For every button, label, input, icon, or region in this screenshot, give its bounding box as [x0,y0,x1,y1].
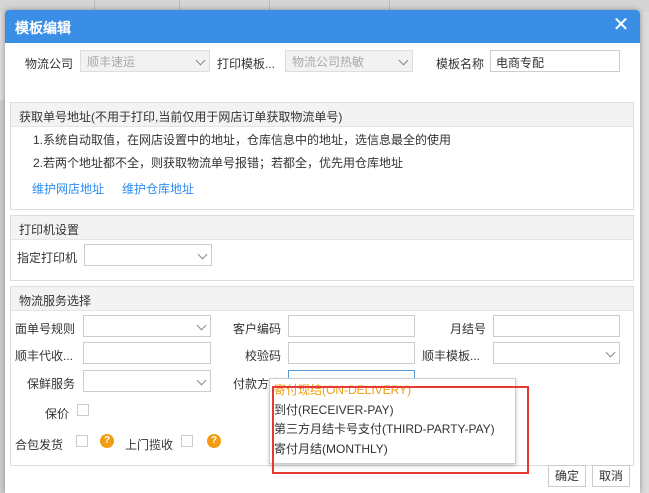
chevron-down-icon [197,249,208,260]
door-pickup-label: 上门揽收 [125,438,174,452]
maintain-warehouse-address-link[interactable]: 维护仓库地址 [122,180,194,197]
template-name-label: 模板名称 [436,57,485,71]
chevron-down-icon [605,347,616,358]
payment-option-third-party-pay[interactable]: 第三方月结卡号支付(THIRD-PARTY-PAY) [270,420,515,440]
logistics-company-value: 顺丰速运 [87,55,136,69]
close-icon[interactable]: ✕ [610,14,632,36]
fresh-service-select[interactable] [83,370,211,392]
tracking-rule-line-2: 2.若两个地址都不全，则获取物流单号报错；若都全，优先用仓库地址 [33,156,404,170]
ok-button[interactable]: 确定 [548,465,586,487]
cancel-button[interactable]: 取消 [592,465,630,487]
payment-option-receiver-pay[interactable]: 到付(RECEIVER-PAY) [270,401,515,421]
help-icon[interactable]: ? [100,434,114,448]
payment-option-on-delivery[interactable]: 寄付现结(ON-DELIVERY) [270,381,515,401]
customer-code-input[interactable] [288,315,415,337]
checkcode-input[interactable] [288,342,415,364]
chevron-down-icon [195,55,206,66]
tracking-rule-line-1: 1.系统自动取值，在网店设置中的地址，仓库信息中的地址，选信息最全的使用 [33,133,452,147]
payment-option-monthly[interactable]: 寄付月结(MONTHLY) [270,440,515,460]
tracking-address-panel: 获取单号地址(不用于打印,当前仅用于网店订单获取物流单号) 1.系统自动取值，在… [10,102,634,210]
cod-label: 顺丰代收... [15,349,74,363]
face-rule-label: 面单号规则 [15,322,76,336]
maintain-store-address-link[interactable]: 维护网店地址 [32,180,104,197]
insured-checkbox[interactable] [77,404,89,416]
monthly-number-label: 月结号 [450,322,487,336]
template-name-input[interactable]: 电商专配 [490,50,620,72]
chevron-down-icon [196,375,207,386]
fresh-service-label: 保鲜服务 [27,377,76,391]
print-template-select[interactable]: 物流公司热敏 [285,50,413,72]
merge-shipment-label: 合包发货 [15,438,64,452]
face-rule-select[interactable] [83,315,211,337]
dialog-titlebar: 模板编辑 ✕ [5,10,640,43]
cod-input[interactable] [83,342,211,364]
dialog-title: 模板编辑 [15,20,71,36]
door-pickup-checkbox[interactable] [181,435,193,447]
printer-panel-title: 打印机设置 [11,216,633,240]
printer-settings-panel: 打印机设置 指定打印机 [10,215,634,281]
print-template-value: 物流公司热敏 [292,55,365,69]
customer-code-label: 客户编码 [233,322,282,336]
monthly-number-input[interactable] [493,315,620,337]
logistics-company-select[interactable]: 顺丰速运 [80,50,210,72]
insured-label: 保价 [45,407,70,421]
logistics-company-label: 物流公司 [25,57,74,71]
printer-select[interactable] [84,244,212,266]
merge-shipment-checkbox[interactable] [76,435,88,447]
payment-method-dropdown: 寄付现结(ON-DELIVERY) 到付(RECEIVER-PAY) 第三方月结… [269,378,516,464]
print-template-label: 打印模板... [217,57,276,71]
printer-label: 指定打印机 [17,251,78,265]
checkcode-label: 校验码 [245,349,282,363]
help-icon[interactable]: ? [207,434,221,448]
sf-template-select[interactable] [493,342,620,364]
chevron-down-icon [398,55,409,66]
tracking-panel-title: 获取单号地址(不用于打印,当前仅用于网店订单获取物流单号) [11,103,633,127]
sf-template-label: 顺丰模板... [422,349,481,363]
chevron-down-icon [196,320,207,331]
service-panel-title: 物流服务选择 [11,287,633,311]
